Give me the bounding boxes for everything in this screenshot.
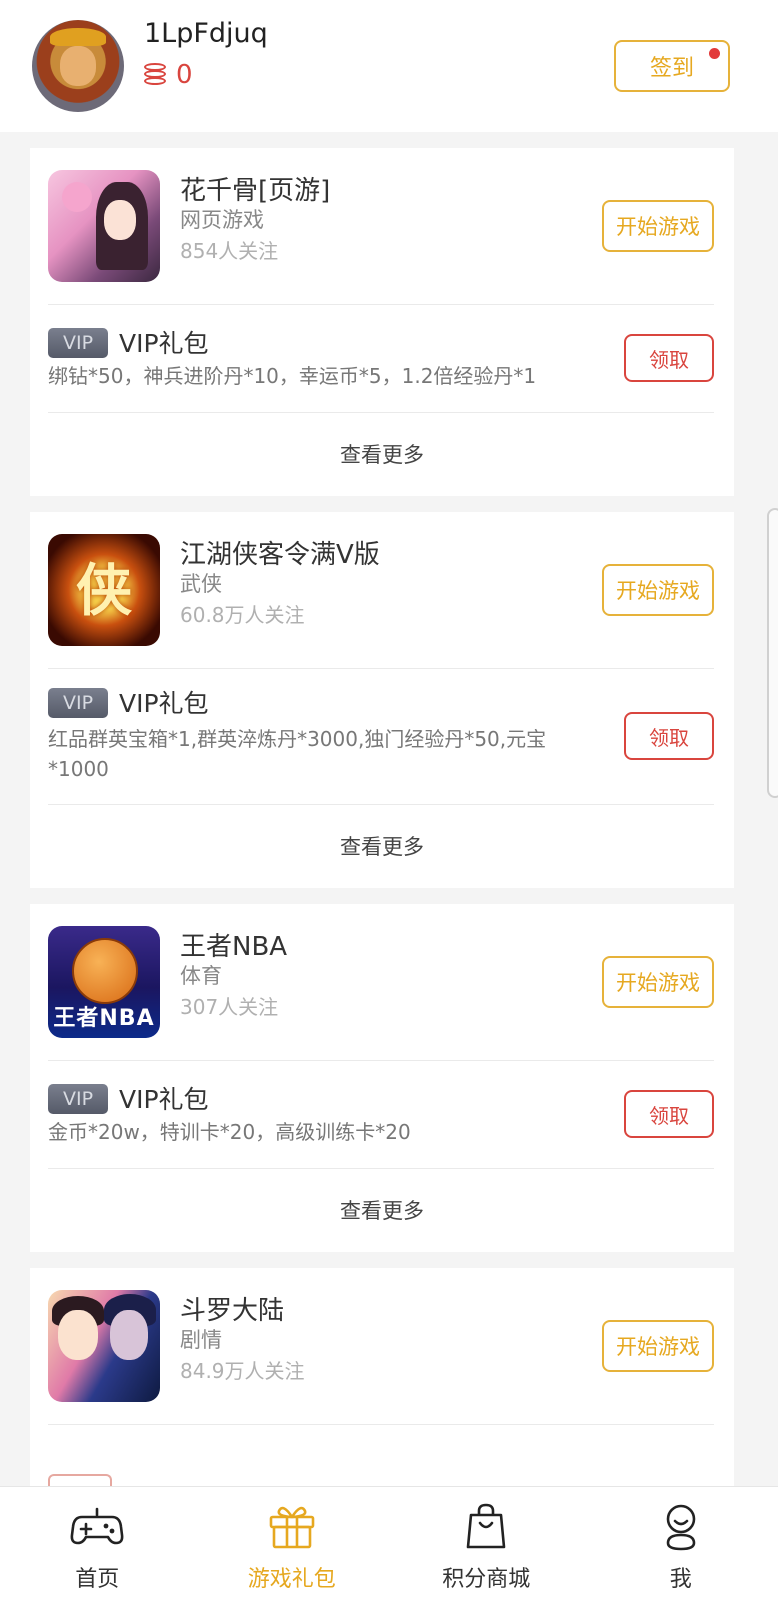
start-game-button[interactable]: 开始游戏: [602, 1320, 714, 1372]
coin-count: 0: [176, 60, 193, 90]
divider: [48, 1060, 714, 1061]
coin-stack-icon: [144, 63, 166, 87]
gift-row: VIP VIP礼包 金币*20w，特训卡*20，高级训练卡*20 领取: [30, 1074, 734, 1164]
gift-description: 红品群英宝箱*1,群英淬炼丹*3000,独门经验丹*50,元宝*1000: [48, 727, 547, 781]
tab-label: 积分商城: [442, 1567, 531, 1592]
notification-dot: [709, 48, 720, 59]
divider: [48, 1424, 714, 1425]
gift-row: VIP VIP礼包 红品群英宝箱*1,群英淬炼丹*3000,独门经验丹*50,元…: [30, 682, 734, 802]
start-game-button[interactable]: 开始游戏: [602, 956, 714, 1008]
gift-title: VIP礼包: [119, 1085, 209, 1114]
gift-title: VIP礼包: [119, 689, 209, 718]
avatar-crown: [50, 28, 106, 46]
vip-badge: VIP: [48, 688, 108, 718]
divider: [48, 804, 714, 805]
divider: [48, 1168, 714, 1169]
vip-badge: VIP: [48, 328, 108, 358]
nba-game-icon[interactable]: 王者NBA: [48, 926, 160, 1038]
game-card: 侠 江湖侠客令满V版 武侠 60.8万人关注 开始游戏 VIP VIP礼包 红品…: [30, 512, 734, 888]
tab-home[interactable]: 首页: [0, 1487, 195, 1600]
gift-row: VIP VIP礼包 绑钻*50，神兵进阶丹*10，幸运币*5，1.2倍经验丹*1…: [30, 318, 734, 408]
game-followers: 854人关注: [180, 239, 279, 263]
start-game-button[interactable]: 开始游戏: [602, 200, 714, 252]
game-name: 王者NBA: [180, 932, 288, 962]
game-name: 斗罗大陆: [180, 1296, 285, 1326]
game-name: 江湖侠客令满V版: [180, 540, 380, 570]
checkin-label: 签到: [649, 56, 694, 81]
shopping-bag-icon: [466, 1503, 506, 1549]
view-more-link[interactable]: 查看更多: [30, 831, 734, 861]
vip-badge: VIP: [48, 1084, 108, 1114]
divider: [48, 412, 714, 413]
username: 1LpFdjuq: [144, 18, 268, 49]
side-scroll-handle[interactable]: [767, 508, 778, 798]
user-icon: [666, 1504, 696, 1551]
game-followers: 60.8万人关注: [180, 603, 305, 627]
view-more-link[interactable]: 查看更多: [30, 1195, 734, 1225]
view-more-link[interactable]: 查看更多: [30, 439, 734, 469]
game-row[interactable]: 王者NBA 王者NBA 体育 307人关注 开始游戏: [30, 904, 734, 1060]
game-category: 武侠: [180, 572, 222, 596]
huaqiangu-game-icon[interactable]: [48, 170, 160, 282]
checkin-button[interactable]: 签到: [614, 40, 730, 92]
start-game-button[interactable]: 开始游戏: [602, 564, 714, 616]
gift-description: 金币*20w，特训卡*20，高级训练卡*20: [48, 1120, 411, 1144]
tab-label: 游戏礼包: [247, 1567, 336, 1592]
douluo-game-icon[interactable]: [48, 1290, 160, 1402]
game-name: 花千骨[页游]: [180, 176, 331, 206]
game-category: 体育: [180, 964, 222, 988]
claim-button[interactable]: 领取: [624, 334, 714, 382]
coin-balance: 0: [144, 60, 193, 90]
tab-gift-packs[interactable]: 游戏礼包: [195, 1487, 390, 1600]
game-card: 王者NBA 王者NBA 体育 307人关注 开始游戏 VIP VIP礼包 金币*…: [30, 904, 734, 1252]
tab-points-mall[interactable]: 积分商城: [389, 1487, 584, 1600]
game-category: 网页游戏: [180, 208, 264, 232]
game-followers: 84.9万人关注: [180, 1359, 305, 1383]
divider: [48, 304, 714, 305]
gift-title: VIP礼包: [119, 329, 209, 358]
game-category: 剧情: [180, 1328, 222, 1352]
gamepad-icon: [70, 1507, 124, 1545]
game-card: 斗罗大陆 剧情 84.9万人关注 开始游戏: [30, 1268, 734, 1486]
game-row[interactable]: 花千骨[页游] 网页游戏 854人关注 开始游戏: [30, 148, 734, 304]
game-row[interactable]: 侠 江湖侠客令满V版 武侠 60.8万人关注 开始游戏: [30, 512, 734, 668]
game-card: 花千骨[页游] 网页游戏 854人关注 开始游戏 VIP VIP礼包 绑钻*50…: [30, 148, 734, 496]
tab-me[interactable]: 我: [584, 1487, 778, 1600]
tab-label: 我: [669, 1567, 692, 1592]
bottom-tab-bar: 首页 游戏礼包 积分商城 我: [0, 1486, 778, 1600]
claim-button[interactable]: 领取: [624, 712, 714, 760]
user-header: 1LpFdjuq 0 签到: [0, 0, 778, 132]
jianghu-game-icon[interactable]: 侠: [48, 534, 160, 646]
game-followers: 307人关注: [180, 995, 279, 1019]
game-row[interactable]: 斗罗大陆 剧情 84.9万人关注 开始游戏: [30, 1268, 734, 1424]
tab-label: 首页: [75, 1567, 120, 1592]
gift-description: 绑钻*50，神兵进阶丹*10，幸运币*5，1.2倍经验丹*1: [48, 364, 537, 388]
claim-button[interactable]: 领取: [624, 1090, 714, 1138]
avatar-face: [60, 46, 96, 86]
divider: [48, 668, 714, 669]
gift-icon: [269, 1506, 315, 1549]
avatar[interactable]: [32, 20, 124, 112]
